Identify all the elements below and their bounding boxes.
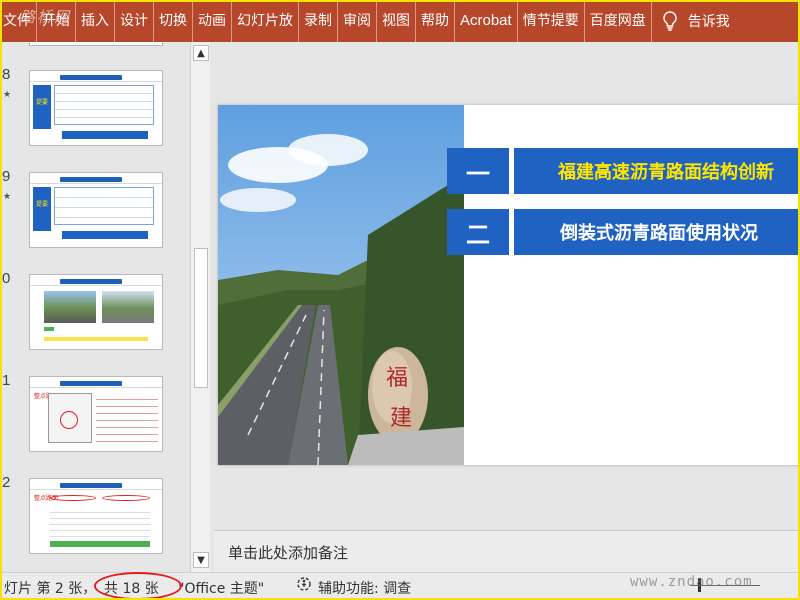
scroll-up-arrow-icon[interactable]: ▲ [193,45,209,61]
star-icon: ★ [3,90,12,100]
accessibility-status[interactable]: 辅助功能: 调查 [318,578,411,598]
scroll-down-arrow-icon[interactable]: ▼ [193,552,209,568]
slide-number-10: 0 [2,270,11,287]
highway-photo: 福 建 [218,105,464,465]
outline-number-2: 二 [447,209,509,255]
star-icon: ★ [3,192,12,202]
slide-thumb-10[interactable] [29,274,163,350]
slide-number-9: 9 [2,168,11,185]
tell-me-box[interactable]: 告诉我 [688,11,730,31]
slide-number-12: 2 [2,474,11,491]
outline-number-1: 一 [447,148,509,194]
highlight-circle [94,572,182,600]
notes-pane[interactable]: 单击此处添加备注 [214,530,800,572]
slide-number-11: 1 [2,372,11,389]
slide-canvas[interactable]: 福 建 一 福建高速沥青路面结构创新 二 倒装式沥青路面使用状况 [218,105,800,465]
thumbnail-pane: 8 ★ 提要 9 ★ 提要 0 1 整点路面 2 整点路面 [0,42,190,572]
slide-thumb-12[interactable]: 整点路面 [29,478,163,554]
slide-number-8: 8 [2,66,11,83]
tab-acrobat[interactable]: Acrobat [455,0,518,42]
theme-label: "Office 主题" [178,581,265,597]
stone-char-1: 福 [386,366,408,391]
slide-thumb-11[interactable]: 整点路面 [29,376,163,452]
accessibility-icon[interactable] [296,576,314,598]
tab-animations[interactable]: 动画 [193,0,232,42]
tab-view[interactable]: 视图 [377,0,416,42]
stone-char-2: 建 [390,406,412,431]
scrollbar-thumb[interactable] [194,248,208,388]
ribbon-tab-bar: 文件 开始 插入 设计 切换 动画 幻灯片放 录制 审阅 视图 帮助 Acrob… [0,0,800,42]
site-watermark: 路桥网 [20,8,72,26]
notes-placeholder: 单击此处添加备注 [228,544,349,562]
tab-baidu-netdisk[interactable]: 百度网盘 [585,0,652,42]
lightbulb-icon[interactable] [652,11,688,31]
tab-design[interactable]: 设计 [115,0,154,42]
tab-slideshow[interactable]: 幻灯片放 [232,0,299,42]
tab-transitions[interactable]: 切换 [154,0,193,42]
thumbnail-scrollbar[interactable]: ▲ ▼ [190,42,210,572]
tab-review[interactable]: 审阅 [338,0,377,42]
slide-thumb-partial[interactable] [29,42,163,46]
outline-title-1: 福建高速沥青路面结构创新 [514,148,800,194]
tab-insert[interactable]: 插入 [76,0,115,42]
slide-thumb-9[interactable]: 提要 [29,172,163,248]
tab-storyboard[interactable]: 情节提要 [518,0,585,42]
tab-record[interactable]: 录制 [299,0,338,42]
site-watermark-bottom: www.zndao.com [630,574,753,590]
tab-help[interactable]: 帮助 [416,0,455,42]
slide-thumb-8[interactable]: 提要 [29,70,163,146]
slide-position-label: 灯片 第 2 张， [4,581,97,597]
outline-title-2: 倒装式沥青路面使用状况 [514,209,800,255]
